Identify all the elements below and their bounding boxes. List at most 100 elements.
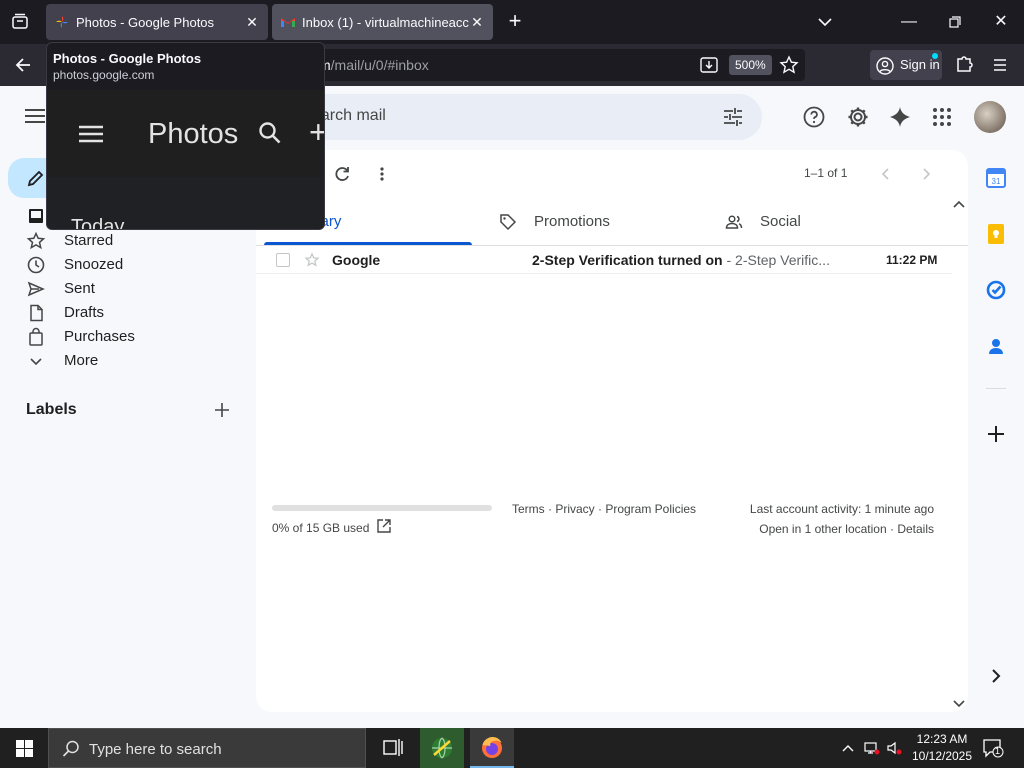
sidebar-item-purchases[interactable]: Purchases <box>0 325 250 349</box>
tab-social[interactable]: Social <box>724 198 874 246</box>
tag-icon <box>498 212 518 232</box>
thumbnail-title: Photos <box>148 118 239 150</box>
main-menu-icon[interactable] <box>22 106 48 126</box>
tab-gmail-inbox[interactable]: Inbox (1) - virtualmachineaccoffi ✕ <box>272 4 493 40</box>
chevron-left-icon[interactable] <box>876 164 896 184</box>
search-icon <box>61 739 81 759</box>
download-icon[interactable] <box>699 55 719 75</box>
divider <box>986 388 1006 389</box>
zoom-level-badge[interactable]: 500% <box>729 55 772 75</box>
tasks-icon[interactable] <box>984 278 1008 302</box>
settings-gear-icon[interactable] <box>846 105 870 129</box>
preview-tab-url: photos.google.com <box>53 68 155 82</box>
url-text: m/mail/u/0/#inbox <box>319 57 429 73</box>
tab-overflow-chevron-icon[interactable] <box>810 8 840 36</box>
restore-window-button[interactable] <box>940 8 970 36</box>
google-photos-icon <box>54 14 70 30</box>
refresh-icon[interactable] <box>332 164 352 184</box>
close-tab-icon[interactable]: ✕ <box>469 14 485 30</box>
sign-in-label: Sign in <box>900 57 940 72</box>
notification-center-icon[interactable]: 1 <box>982 738 1004 758</box>
footer-links[interactable]: Terms · Privacy · Program Policies <box>512 502 696 516</box>
google-apps-grid-icon[interactable] <box>930 105 954 129</box>
sign-in-button[interactable]: Sign in <box>870 50 942 80</box>
taskbar-search-box[interactable]: Type here to search <box>48 728 366 768</box>
taskbar-clock[interactable]: 12:23 AM 10/12/2025 <box>906 731 978 765</box>
send-icon <box>26 279 46 299</box>
account-avatar[interactable] <box>974 101 1006 133</box>
gemini-sparkle-icon[interactable] <box>888 105 912 129</box>
extensions-puzzle-icon[interactable] <box>952 54 976 76</box>
back-arrow-icon[interactable] <box>10 53 36 77</box>
pencil-icon <box>27 170 44 187</box>
task-view-icon[interactable] <box>370 728 414 768</box>
help-icon[interactable] <box>802 105 826 129</box>
expand-side-panel-chevron-icon[interactable] <box>984 664 1008 688</box>
sidebar-item-drafts[interactable]: Drafts <box>0 301 250 325</box>
volume-muted-icon[interactable] <box>886 740 902 756</box>
clock-date: 10/12/2025 <box>911 749 973 763</box>
menu-icon <box>77 124 105 144</box>
email-time: 11:22 PM <box>886 253 938 267</box>
keep-notes-icon[interactable] <box>984 222 1008 246</box>
more-options-icon[interactable] <box>372 164 392 184</box>
address-bar[interactable]: m/mail/u/0/#inbox 500% <box>305 49 805 81</box>
minimize-window-button[interactable]: — <box>894 8 924 36</box>
tab-primary[interactable]: mary <box>308 198 458 246</box>
email-row[interactable]: Google 2-Step Verification turned on - 2… <box>256 246 952 274</box>
account-circle-icon <box>876 56 894 75</box>
people-icon <box>724 212 744 232</box>
other-location-details-link[interactable]: Open in 1 other location · Details <box>759 522 934 536</box>
draft-icon <box>26 303 46 323</box>
close-window-button[interactable]: ✕ <box>986 8 1016 36</box>
search-bar[interactable]: earch mail <box>302 94 762 140</box>
firefox-icon[interactable] <box>470 728 514 768</box>
chevron-down-icon <box>26 351 46 371</box>
sidebar-item-more[interactable]: More <box>0 349 250 373</box>
search-options-icon[interactable] <box>722 107 744 127</box>
windows-logo-icon <box>16 740 33 757</box>
star-icon[interactable] <box>304 252 320 268</box>
tab-google-photos[interactable]: Photos - Google Photos ✕ <box>46 4 268 40</box>
tab-title: Inbox (1) - virtualmachineaccoffi <box>302 14 469 30</box>
page-thumbnail: Photos + Today <box>47 90 324 230</box>
app-menu-icon[interactable] <box>988 54 1012 76</box>
sidebar-item-starred[interactable]: Starred <box>0 229 250 253</box>
preview-tab-title: Photos - Google Photos <box>53 51 202 66</box>
contacts-icon[interactable] <box>984 334 1008 358</box>
windows-taskbar: Type here to search 12:23 AM 10/12/2025 … <box>0 728 1024 768</box>
last-account-activity: Last account activity: 1 minute ago <box>749 502 934 516</box>
scroll-down-arrow-icon[interactable] <box>952 696 966 710</box>
scroll-up-arrow-icon[interactable] <box>952 198 966 212</box>
tab-promotions[interactable]: Promotions <box>498 198 648 246</box>
add-icon: + <box>309 114 324 151</box>
inbox-icon <box>26 206 46 226</box>
browser-tab-bar: Photos - Google Photos ✕ Inbox (1) - vir… <box>0 0 1024 44</box>
close-tab-icon[interactable]: ✕ <box>244 14 260 30</box>
add-label-plus-icon[interactable] <box>212 400 232 420</box>
clock-icon <box>26 255 46 275</box>
tab-title: Photos - Google Photos <box>76 14 215 30</box>
bookmark-star-icon[interactable] <box>779 55 799 75</box>
network-disconnected-icon[interactable] <box>864 740 880 756</box>
sidebar-item-snoozed[interactable]: Snoozed <box>0 253 250 277</box>
network-app-globe-icon[interactable] <box>420 728 464 768</box>
tab-list-icon[interactable] <box>8 11 32 33</box>
pagination-count: 1–1 of 1 <box>804 166 848 180</box>
sidebar-item-sent[interactable]: Sent <box>0 277 250 301</box>
email-subject-line: 2-Step Verification turned on - 2-Step V… <box>532 252 830 268</box>
clock-time: 12:23 AM <box>916 732 968 746</box>
start-button[interactable] <box>0 728 48 768</box>
open-external-icon[interactable] <box>376 518 392 534</box>
show-hidden-icons-chevron-icon[interactable] <box>840 740 856 756</box>
chevron-right-icon[interactable] <box>916 164 936 184</box>
new-tab-button[interactable]: + <box>504 10 526 34</box>
select-checkbox[interactable] <box>276 253 290 267</box>
compose-button[interactable] <box>8 158 48 198</box>
gmail-icon <box>280 14 296 30</box>
search-icon <box>257 120 283 146</box>
labels-heading: Labels <box>26 401 77 418</box>
get-add-ons-plus-icon[interactable] <box>984 422 1008 446</box>
calendar-icon[interactable]: 31 <box>984 166 1008 190</box>
thumbnail-section-heading: Today <box>71 216 125 230</box>
